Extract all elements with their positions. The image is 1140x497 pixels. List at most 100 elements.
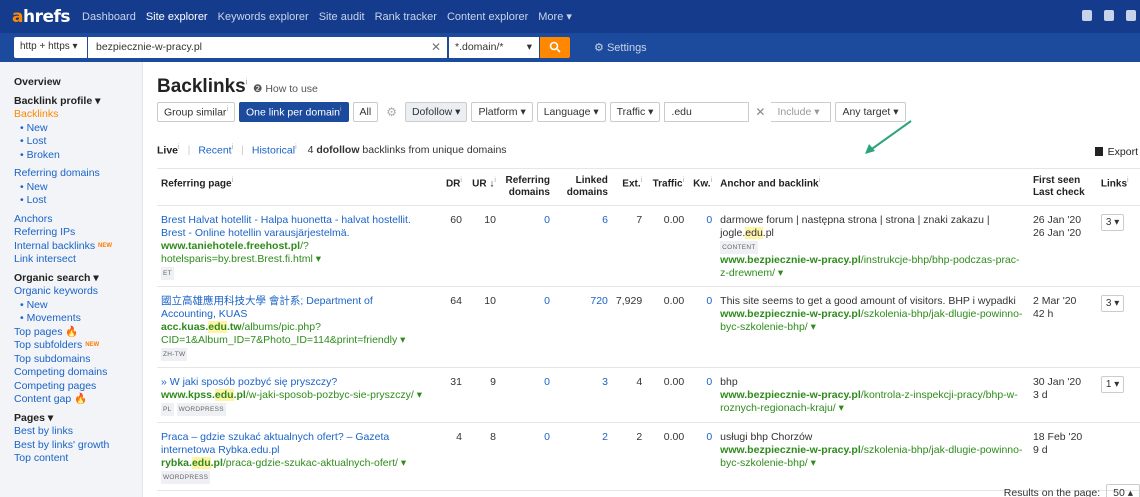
sidebar-item-organic-new[interactable]: • New xyxy=(14,299,142,313)
col-linked-domains[interactable]: Linked domains xyxy=(553,168,612,206)
traffic-select[interactable]: Traffic ▾ xyxy=(609,102,661,122)
kw-value[interactable]: 0 xyxy=(706,295,712,307)
col-ext[interactable]: Ext.i xyxy=(611,168,647,206)
backlink-url[interactable]: www.bezpiecznie-w-pracy.pl/szkolenia-bhp… xyxy=(720,444,1022,469)
kw-value[interactable]: 0 xyxy=(706,431,712,443)
sidebar-item-overview[interactable]: Overview xyxy=(14,76,142,90)
url-input[interactable]: bezpiecznie-w-pracy.pl ✕ xyxy=(88,37,447,58)
referring-domains-value[interactable]: 0 xyxy=(544,431,550,443)
kw-value[interactable]: 0 xyxy=(706,214,712,226)
sidebar-item-competing-pages[interactable]: Competing pages xyxy=(14,380,142,394)
sidebar-item-anchors[interactable]: Anchors xyxy=(14,213,142,227)
linked-domains-value[interactable]: 3 xyxy=(602,376,608,388)
sidebar-section-organic-search[interactable]: Organic search ▾ xyxy=(14,272,142,286)
col-links[interactable]: Linksi xyxy=(1096,168,1140,206)
referring-page-title[interactable]: 國立高雄應用科技大學 會計系; Department of Accounting… xyxy=(161,295,373,320)
notes-icon[interactable] xyxy=(1104,10,1114,21)
mode-select[interactable]: *.domain/* ▾ xyxy=(449,37,539,58)
sidebar-item-backlinks-broken[interactable]: • Broken xyxy=(14,149,142,163)
sidebar-item-best-by-links-growth[interactable]: Best by links' growth xyxy=(14,439,142,453)
include-select[interactable]: Include ▾ xyxy=(771,102,832,122)
col-traffic[interactable]: Traffici xyxy=(646,168,689,206)
sidebar-item-competing-domains[interactable]: Competing domains xyxy=(14,366,142,380)
bell-icon[interactable] xyxy=(1082,10,1092,21)
referring-page-title[interactable]: Praca – gdzie szukać aktualnych ofert? –… xyxy=(161,431,389,456)
referring-domains-value[interactable]: 0 xyxy=(544,376,550,388)
sidebar-item-top-pages[interactable]: Top pages 🔥 xyxy=(14,326,142,340)
any-target-select[interactable]: Any target ▾ xyxy=(835,102,906,122)
text-filter-input[interactable]: .edu xyxy=(664,102,750,122)
user-icon[interactable] xyxy=(1126,10,1136,21)
tab-live[interactable]: Livei xyxy=(157,144,180,157)
sidebar-item-referring-domains-lost[interactable]: • Lost xyxy=(14,194,142,208)
close-icon[interactable]: ✕ xyxy=(431,40,441,54)
links-select[interactable]: 1 ▾ xyxy=(1100,376,1125,393)
sidebar-item-organic-keywords[interactable]: Organic keywords xyxy=(14,285,142,299)
referring-page-url[interactable]: www.taniehotele.freehost.pl/?hotelsparis… xyxy=(161,240,321,265)
results-per-page-select[interactable]: 50 ▴ xyxy=(1106,484,1140,497)
nav-site-audit[interactable]: Site audit xyxy=(319,11,365,23)
platform-select[interactable]: Platform ▾ xyxy=(471,102,533,122)
sidebar-item-content-gap[interactable]: Content gap 🔥 xyxy=(14,393,142,407)
how-to-use-link[interactable]: ❷ How to use xyxy=(253,83,318,95)
protocol-select[interactable]: http + https ▾ xyxy=(14,37,87,58)
referring-domains-value[interactable]: 0 xyxy=(544,295,550,307)
sidebar-item-link-intersect[interactable]: Link intersect xyxy=(14,253,142,267)
search-button[interactable] xyxy=(540,37,570,58)
language-select[interactable]: Language ▾ xyxy=(536,102,606,122)
kw-value[interactable]: 0 xyxy=(706,376,712,388)
nav-content-explorer[interactable]: Content explorer xyxy=(447,11,528,23)
nav-rank-tracker[interactable]: Rank tracker xyxy=(375,11,437,23)
nav-dashboard[interactable]: Dashboard xyxy=(82,11,136,23)
dofollow-select[interactable]: Dofollow ▾ xyxy=(404,102,468,122)
referring-domains-value[interactable]: 0 xyxy=(544,214,550,226)
close-icon[interactable]: ✕ xyxy=(753,105,767,119)
col-referring-page[interactable]: Referring pagei xyxy=(157,168,434,206)
sidebar-item-referring-ips[interactable]: Referring IPs xyxy=(14,226,142,240)
sidebar-item-top-subfolders[interactable]: Top subfolders NEW xyxy=(14,339,142,353)
tab-historical[interactable]: Historicali xyxy=(252,144,297,157)
sidebar-item-referring-domains[interactable]: Referring domains xyxy=(14,167,142,181)
sidebar-item-backlinks[interactable]: Backlinks xyxy=(14,108,142,122)
nav-keywords-explorer[interactable]: Keywords explorer xyxy=(218,11,309,23)
referring-page-title[interactable]: Brest Halvat hotellit - Halpa huonetta -… xyxy=(161,214,411,239)
backlink-url[interactable]: www.bezpiecznie-w-pracy.pl/szkolenia-bhp… xyxy=(720,308,1022,333)
sidebar-item-backlinks-lost[interactable]: • Lost xyxy=(14,135,142,149)
nav-site-explorer[interactable]: Site explorer xyxy=(146,11,208,23)
sidebar-item-organic-movements[interactable]: • Movements xyxy=(14,312,142,326)
ahrefs-logo[interactable]: ahrefs xyxy=(12,7,71,27)
all-button[interactable]: All xyxy=(352,102,379,122)
col-anchor-and-backlink[interactable]: Anchor and backlinki xyxy=(716,168,1029,206)
col-kw[interactable]: Kw.i xyxy=(688,168,717,206)
gear-icon[interactable]: ⚙ xyxy=(382,105,401,119)
sidebar-item-best-by-links[interactable]: Best by links xyxy=(14,425,142,439)
sidebar-item-internal-backlinks[interactable]: Internal backlinks NEW xyxy=(14,240,142,254)
sidebar-item-referring-domains-new[interactable]: • New xyxy=(14,181,142,195)
links-select[interactable]: 3 ▾ xyxy=(1100,214,1125,231)
export-button[interactable]: Export xyxy=(1094,146,1138,158)
referring-page-title[interactable]: » W jaki sposób pozbyć się pryszczy? xyxy=(161,376,337,388)
links-select[interactable]: 3 ▾ xyxy=(1100,295,1125,312)
sidebar-section-pages[interactable]: Pages ▾ xyxy=(14,412,142,426)
referring-page-url[interactable]: rybka.edu.pl/praca-gdzie-szukac-aktualny… xyxy=(161,457,406,469)
referring-page-url[interactable]: acc.kuas.edu.tw/albums/pic.php?CID=1&Alb… xyxy=(161,321,405,346)
linked-domains-value[interactable]: 6 xyxy=(602,214,608,226)
col-referring-domains[interactable]: Referring domains xyxy=(499,168,554,206)
sidebar-item-top-content[interactable]: Top content xyxy=(14,452,142,466)
linked-domains-value[interactable]: 2 xyxy=(602,431,608,443)
one-link-per-domain-button[interactable]: One link per domaini xyxy=(239,102,349,122)
sidebar-item-backlinks-new[interactable]: • New xyxy=(14,122,142,136)
col-ur[interactable]: UR ↓i xyxy=(465,168,500,206)
referring-page-url[interactable]: www.kpss.edu.pl/w-jaki-sposob-pozbyc-sie… xyxy=(161,389,422,401)
sidebar-item-top-subdomains[interactable]: Top subdomains xyxy=(14,353,142,367)
backlink-url[interactable]: www.bezpiecznie-w-pracy.pl/instrukcje-bh… xyxy=(720,254,1019,279)
settings-link[interactable]: ⚙ Settings xyxy=(594,41,647,54)
group-similar-button[interactable]: Group similari xyxy=(157,102,235,122)
col-dr[interactable]: DRi xyxy=(433,168,466,206)
sidebar-section-backlink-profile[interactable]: Backlink profile ▾ xyxy=(14,95,142,109)
backlink-url[interactable]: www.bezpiecznie-w-pracy.pl/kontrola-z-in… xyxy=(720,389,1018,414)
col-first-seen[interactable]: First seen Last check xyxy=(1028,168,1097,206)
nav-more[interactable]: More ▾ xyxy=(538,10,572,23)
linked-domains-value[interactable]: 720 xyxy=(590,295,608,307)
tab-recent[interactable]: Recenti xyxy=(198,144,233,157)
